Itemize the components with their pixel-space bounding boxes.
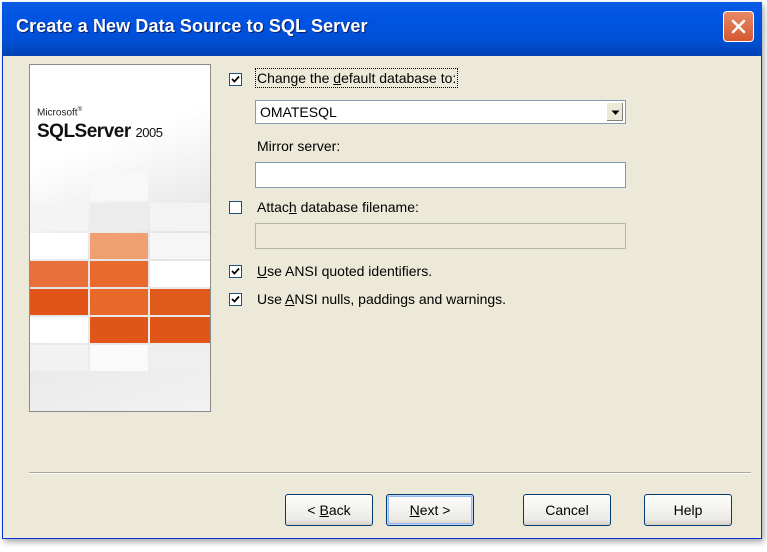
footer-divider-highlight bbox=[29, 473, 751, 474]
attach-db-filename-input[interactable] bbox=[255, 223, 626, 249]
ansi-quoted-checkbox[interactable] bbox=[229, 265, 242, 278]
brand-product: SQLServer 2005 bbox=[37, 121, 163, 142]
database-combo-value: OMATESQL bbox=[260, 104, 337, 120]
brand-company: Microsoft® bbox=[37, 107, 82, 119]
banner-tile bbox=[90, 173, 148, 201]
banner-tile bbox=[150, 345, 210, 371]
dialog-window: Create a New Data Source to SQL Server M… bbox=[2, 2, 762, 539]
close-icon bbox=[731, 19, 746, 34]
title-bar[interactable]: Create a New Data Source to SQL Server bbox=[2, 2, 762, 56]
change-default-db-checkbox[interactable] bbox=[229, 73, 242, 86]
banner-tile bbox=[150, 233, 210, 259]
banner-tile bbox=[30, 317, 88, 343]
ansi-quoted-label[interactable]: Use ANSI quoted identifiers. bbox=[257, 263, 432, 279]
banner-tile bbox=[150, 317, 210, 343]
combo-dropdown-button[interactable] bbox=[606, 102, 624, 122]
attach-db-label[interactable]: Attach database filename: bbox=[257, 199, 419, 215]
checkmark-icon bbox=[231, 75, 240, 83]
help-button[interactable]: Help bbox=[644, 494, 732, 526]
next-button[interactable]: Next > bbox=[386, 494, 474, 526]
banner-tile bbox=[90, 345, 148, 371]
banner-tile bbox=[90, 233, 148, 259]
sql-server-banner: Microsoft® SQLServer 2005 bbox=[29, 64, 211, 412]
checkmark-icon bbox=[231, 267, 240, 275]
database-combo[interactable]: OMATESQL bbox=[255, 100, 626, 124]
banner-tile bbox=[90, 317, 148, 343]
mirror-server-label: Mirror server: bbox=[257, 138, 341, 154]
banner-tile bbox=[30, 233, 88, 259]
banner-tile bbox=[90, 203, 148, 231]
banner-tile bbox=[90, 289, 148, 315]
attach-db-checkbox[interactable] bbox=[229, 201, 242, 214]
banner-tile bbox=[30, 289, 88, 315]
cancel-button[interactable]: Cancel bbox=[523, 494, 611, 526]
checkmark-icon bbox=[231, 295, 240, 303]
ansi-nulls-label[interactable]: Use ANSI nulls, paddings and warnings. bbox=[257, 291, 506, 307]
ansi-nulls-checkbox[interactable] bbox=[229, 293, 242, 306]
back-button[interactable]: < Back bbox=[285, 494, 373, 526]
window-title: Create a New Data Source to SQL Server bbox=[16, 16, 368, 36]
banner-tile bbox=[30, 345, 88, 371]
banner-tile bbox=[90, 261, 148, 287]
banner-tile bbox=[30, 261, 88, 287]
chevron-down-icon bbox=[611, 110, 620, 115]
banner-tile bbox=[30, 203, 88, 231]
banner-tile bbox=[150, 261, 210, 287]
close-button[interactable] bbox=[723, 11, 754, 42]
change-default-db-label[interactable]: Change the default database to: bbox=[254, 68, 459, 88]
banner-tile bbox=[150, 203, 210, 231]
mirror-server-input[interactable] bbox=[255, 162, 626, 188]
banner-tile bbox=[150, 289, 210, 315]
